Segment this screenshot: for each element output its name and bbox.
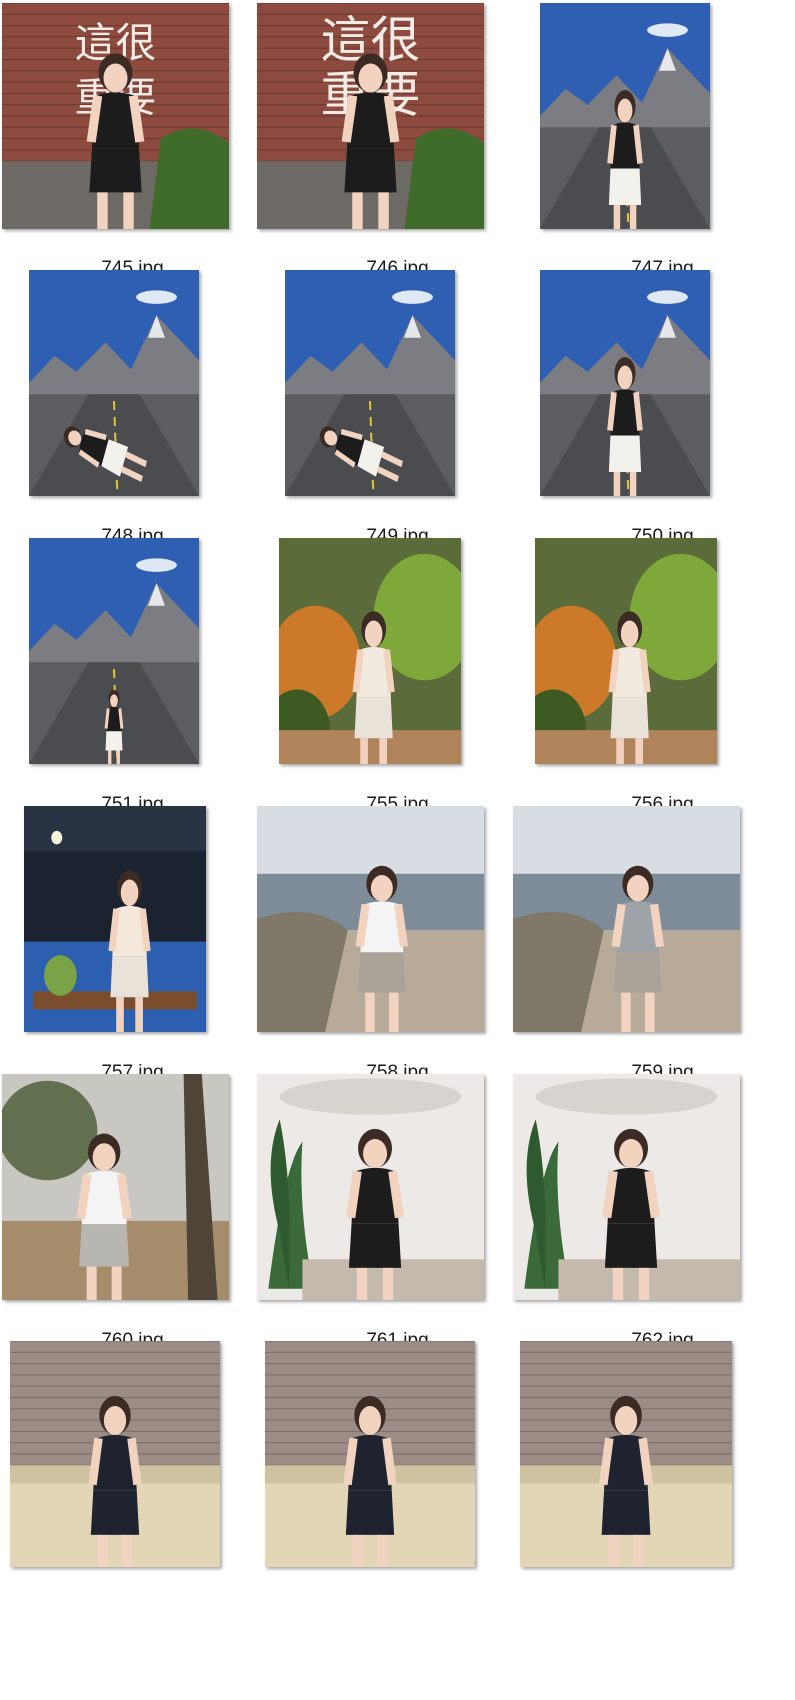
file-tile[interactable]: 756.jpg [530, 536, 795, 826]
file-tile[interactable]: 750.jpg [530, 268, 795, 558]
thumbnail-image[interactable] [2, 1074, 229, 1300]
thumbnail-graphic [10, 1341, 220, 1567]
thumbnail-image[interactable] [520, 1341, 732, 1567]
file-tile[interactable]: 這很 重要 745.jpg [0, 0, 265, 290]
thumbnail-graphic [24, 806, 206, 1032]
file-tile[interactable]: 760.jpg [0, 1072, 265, 1362]
thumbnail-graphic [513, 1074, 740, 1300]
file-tile[interactable] [265, 1339, 530, 1629]
thumbnail-image[interactable] [24, 806, 206, 1032]
thumbnail-image[interactable]: 這很 重要 [2, 3, 229, 229]
file-tile[interactable] [520, 1339, 795, 1629]
file-tile[interactable]: 749.jpg [265, 268, 530, 558]
thumbnail-image[interactable] [540, 270, 710, 496]
thumbnail-graphic [285, 270, 455, 496]
file-tile[interactable]: 758.jpg [257, 804, 530, 1094]
thumbnail-graphic [279, 538, 461, 764]
thumbnail-graphic [29, 270, 199, 496]
thumbnail-image[interactable] [285, 270, 455, 496]
file-tile[interactable]: 759.jpg [513, 804, 795, 1094]
thumbnail-graphic [535, 538, 717, 764]
thumbnail-image[interactable] [265, 1341, 475, 1567]
thumbnail-graphic [257, 1074, 484, 1300]
thumbnail-grid: 這很 重要 745.jpg 這很 重要 746.jpg [0, 0, 795, 1700]
file-tile[interactable] [0, 1339, 265, 1629]
thumbnail-image[interactable] [29, 538, 199, 764]
thumbnail-image[interactable] [10, 1341, 220, 1567]
thumbnail-image[interactable] [279, 538, 461, 764]
file-tile[interactable]: 這很 重要 746.jpg [257, 0, 530, 290]
file-tile[interactable]: 755.jpg [265, 536, 530, 826]
thumbnail-image[interactable] [29, 270, 199, 496]
thumbnail-image[interactable] [535, 538, 717, 764]
file-tile[interactable]: 748.jpg [0, 268, 265, 558]
file-tile[interactable]: 751.jpg [0, 536, 265, 826]
thumbnail-image[interactable] [513, 1074, 740, 1300]
file-tile[interactable]: 762.jpg [513, 1072, 795, 1362]
thumbnail-graphic [265, 1341, 475, 1567]
thumbnail-graphic [540, 270, 710, 496]
thumbnail-image[interactable] [257, 1074, 484, 1300]
file-tile[interactable]: 757.jpg [0, 804, 265, 1094]
thumbnail-graphic: 這很 重要 [2, 3, 229, 229]
thumbnail-graphic [29, 538, 199, 764]
file-tile[interactable]: 761.jpg [257, 1072, 530, 1362]
thumbnail-graphic [520, 1341, 732, 1567]
thumbnail-graphic: 這很 重要 [257, 3, 484, 229]
thumbnail-image[interactable]: 這很 重要 [257, 3, 484, 229]
thumbnail-graphic [513, 806, 740, 1032]
file-tile[interactable]: 747.jpg [530, 0, 795, 290]
thumbnail-image[interactable] [257, 806, 484, 1032]
thumbnail-image[interactable] [513, 806, 740, 1032]
thumbnail-image[interactable] [540, 3, 710, 229]
thumbnail-graphic [540, 3, 710, 229]
thumbnail-graphic [257, 806, 484, 1032]
thumbnail-graphic [2, 1074, 229, 1300]
